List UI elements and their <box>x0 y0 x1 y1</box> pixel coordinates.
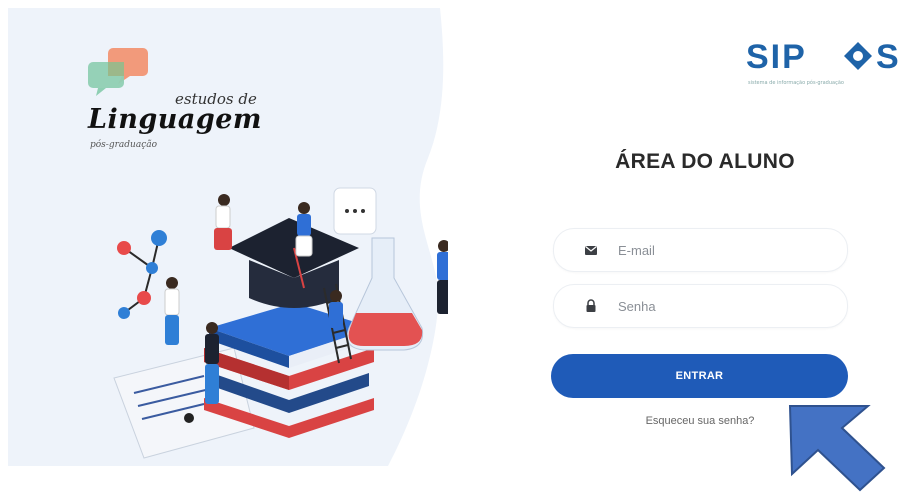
sipos-logo: SIP S sistema de informação pós-graduaçã… <box>746 36 920 92</box>
email-field[interactable] <box>553 228 848 272</box>
password-field[interactable] <box>553 284 848 328</box>
page-title: ÁREA DO ALUNO <box>615 150 795 173</box>
pointer-arrow-icon <box>788 405 886 492</box>
forgot-password-link[interactable]: Esqueceu sua senha? <box>600 415 800 427</box>
envelope-icon <box>585 246 597 255</box>
logo-line-3: pós-graduação <box>90 140 158 150</box>
submit-button[interactable]: ENTRAR <box>551 354 848 398</box>
left-panel: estudos de Linguagem pós-graduação <box>8 8 448 466</box>
lock-icon <box>586 299 596 312</box>
sipos-tagline: sistema de informação pós-graduação <box>748 80 844 86</box>
speech-bubbles-icon <box>88 48 148 96</box>
logo-line-2: Linguagem <box>88 104 263 135</box>
email-input[interactable] <box>616 237 830 263</box>
svg-text:S: S <box>876 38 899 76</box>
program-logo: estudos de Linguagem pós-graduação <box>88 48 288 158</box>
education-illustration <box>113 187 448 459</box>
svg-text:SIP: SIP <box>746 38 807 76</box>
sipos-wordmark: SIP S <box>746 38 899 76</box>
password-input[interactable] <box>616 293 830 319</box>
